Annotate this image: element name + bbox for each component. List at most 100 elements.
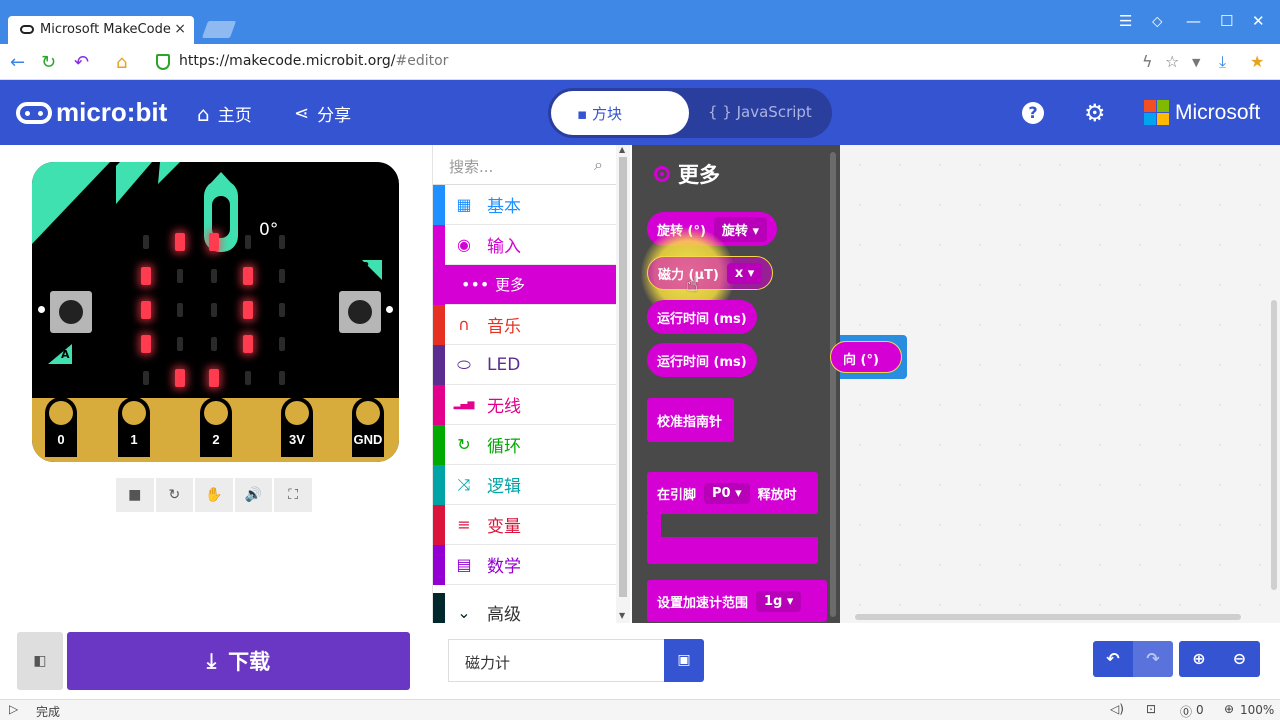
pin-gnd[interactable]: GND (352, 397, 384, 457)
toolbox-category[interactable]: ∩ 音乐 (433, 305, 617, 345)
workspace-scrollbar-h[interactable] (855, 614, 1241, 620)
gear-icon[interactable]: ⚙ (1084, 99, 1106, 127)
microsoft-link[interactable]: Microsoft (1175, 101, 1260, 125)
close-window-icon[interactable]: ✕ (1252, 12, 1265, 30)
restart-icon[interactable]: ↻ (155, 478, 194, 512)
play-icon[interactable]: ▷ (9, 702, 18, 716)
category-color-bar (433, 385, 445, 425)
reload-icon[interactable]: ↻ (41, 52, 56, 73)
mute-icon[interactable]: 🔊 (234, 478, 273, 512)
blocks-mode-button[interactable]: ▪ 方块 (551, 91, 689, 135)
url-field[interactable]: https://makecode.microbit.org/#editor (179, 53, 448, 69)
toolbox-scrollbar[interactable]: ▲ ▼ (616, 145, 630, 623)
magnetic-force-block[interactable]: 磁力 (µT) x ▾ (647, 256, 774, 290)
javascript-mode-button[interactable]: { } JavaScript (708, 103, 812, 121)
undo-button[interactable]: ↶ (1093, 641, 1133, 677)
collapse-simulator-button[interactable]: ◧ (17, 632, 63, 690)
maximize-icon[interactable]: ☐ (1220, 12, 1233, 30)
blocks-workspace[interactable] (840, 145, 1280, 623)
close-tab-icon[interactable]: × (174, 21, 186, 37)
led-pixel (141, 301, 151, 319)
toolbox-scroll-thumb[interactable] (619, 157, 627, 597)
help-icon[interactable]: ? (1022, 102, 1044, 124)
download-button[interactable]: ⤓ 下载 (67, 632, 410, 690)
toolbox-category[interactable]: ••• 更多 (433, 265, 617, 305)
target-icon: ◉ (457, 235, 471, 254)
new-tab-button[interactable] (201, 21, 237, 38)
running-time-block[interactable]: 运行时间 (ms) (647, 343, 757, 377)
button-a[interactable] (50, 291, 92, 333)
home-icon[interactable]: ⌂ (116, 52, 127, 73)
zoom-in-button[interactable]: ⊕ (1179, 641, 1219, 677)
toolbox-category[interactable]: ▤ 数学 (433, 545, 617, 585)
category-label: LED (487, 354, 521, 375)
microbit-logo[interactable]: micro:bit (16, 97, 167, 128)
scroll-down-icon[interactable]: ▼ (619, 611, 625, 620)
microbit-simulator[interactable]: 0° B A 0 1 2 3V GND (32, 162, 399, 462)
toolbox-category[interactable]: ⬭ LED (433, 345, 617, 385)
running-time-block[interactable]: 运行时间 (ms) (647, 300, 757, 334)
category-label: 数学 (487, 557, 521, 577)
toolbox-category[interactable]: ▂▄▆ 无线 (433, 385, 617, 425)
pin-dropdown[interactable]: P0 ▾ (704, 482, 750, 504)
toolbox-category[interactable]: ▦ 基本 (433, 185, 617, 225)
status-text: 完成 (36, 705, 61, 719)
browser-tab[interactable]: Microsoft MakeCode × (8, 16, 194, 44)
toolbox-category[interactable]: ◉ 输入 (433, 225, 617, 265)
save-button[interactable]: ▣ (664, 639, 704, 682)
adblock-count: 0 (1196, 703, 1204, 717)
scroll-up-icon[interactable]: ▲ (619, 145, 625, 154)
redo-button[interactable]: ↷ (1133, 641, 1173, 677)
toolbox: 搜索... ⌕ ▦ 基本 ◉ 输入 ••• 更多 ∩ 音乐 ⬭ LED ▂▄▆ 无线 ↻ 循环 ⤨ 逻辑 ≡ 变量… (432, 145, 632, 641)
speaker-icon[interactable]: ◁) (1110, 702, 1124, 716)
menu-icon[interactable]: ☰ (1119, 12, 1132, 30)
pin-1[interactable]: 1 (118, 397, 150, 457)
zoom-icon[interactable]: ⊕ (1224, 702, 1234, 716)
stop-icon[interactable]: ■ (116, 478, 154, 512)
home-button[interactable]: ⌂ 主页 (197, 101, 252, 127)
back-icon[interactable]: ← (10, 52, 25, 73)
range-dropdown[interactable]: 1g ▾ (756, 590, 802, 612)
star-icon[interactable]: ☆ (1165, 52, 1179, 71)
lock-icon[interactable]: ⊡ (1146, 702, 1156, 716)
browser-tabbar: Microsoft MakeCode × ☰ ⬦ — ☐ ✕ (0, 0, 1280, 44)
download-manager-icon[interactable]: ⤓ (1219, 52, 1226, 72)
workspace-block[interactable]: 向 (°) (830, 335, 907, 379)
slow-mo-icon[interactable]: ✋ (195, 478, 233, 512)
search-icon[interactable]: ⌕ (594, 155, 603, 175)
floppy-icon: ▣ (677, 652, 691, 668)
pin-2[interactable]: 2 (200, 397, 232, 457)
share-button[interactable]: ⋖ 分享 (294, 101, 351, 126)
toolbox-category[interactable]: ≡ 变量 (433, 505, 617, 545)
set-accelerometer-range-block[interactable]: 设置加速计范围 1g ▾ (647, 580, 827, 622)
microsoft-logo-icon (1144, 100, 1169, 125)
skin-icon[interactable]: ⬦ (1152, 12, 1163, 30)
workspace-scrollbar-v[interactable] (1271, 300, 1277, 590)
lightning-icon[interactable]: ϟ (1142, 52, 1153, 71)
refresh-icon: ↻ (457, 435, 471, 454)
flyout-scrollbar[interactable] (830, 152, 836, 617)
adblock-icon[interactable]: ⓪ (1180, 703, 1192, 720)
calibrate-compass-block[interactable]: 校准指南针 (647, 398, 734, 442)
dropdown-icon[interactable]: ▼ (1192, 56, 1200, 69)
led-pixel (177, 269, 183, 283)
project-name-input[interactable]: 磁力计 (448, 639, 664, 682)
pin-0[interactable]: 0 (45, 397, 77, 457)
favorites-star-icon[interactable]: ★ (1250, 52, 1264, 71)
fullscreen-icon[interactable]: ⛶ (274, 478, 312, 512)
minimize-icon[interactable]: — (1186, 12, 1201, 30)
led-pixel (279, 303, 285, 317)
rotation-dropdown[interactable]: 旋转 ▾ (713, 216, 767, 242)
toolbox-category[interactable]: ↻ 循环 (433, 425, 617, 465)
on-pin-released-block[interactable]: 在引脚 P0 ▾ 释放时 (647, 472, 818, 514)
ms-square (1157, 113, 1169, 125)
button-b[interactable] (339, 291, 381, 333)
axis-dropdown[interactable]: x ▾ (726, 262, 763, 284)
zoom-out-button[interactable]: ⊖ (1219, 641, 1260, 677)
compass-heading-reporter[interactable]: 向 (°) (830, 341, 902, 373)
pin-3v[interactable]: 3V (281, 397, 313, 457)
category-label: 逻辑 (487, 477, 521, 497)
toolbox-category[interactable]: ⤨ 逻辑 (433, 465, 617, 505)
toolbox-search-input[interactable]: 搜索... ⌕ (433, 145, 617, 185)
undo-history-icon[interactable]: ↶ (74, 52, 89, 73)
